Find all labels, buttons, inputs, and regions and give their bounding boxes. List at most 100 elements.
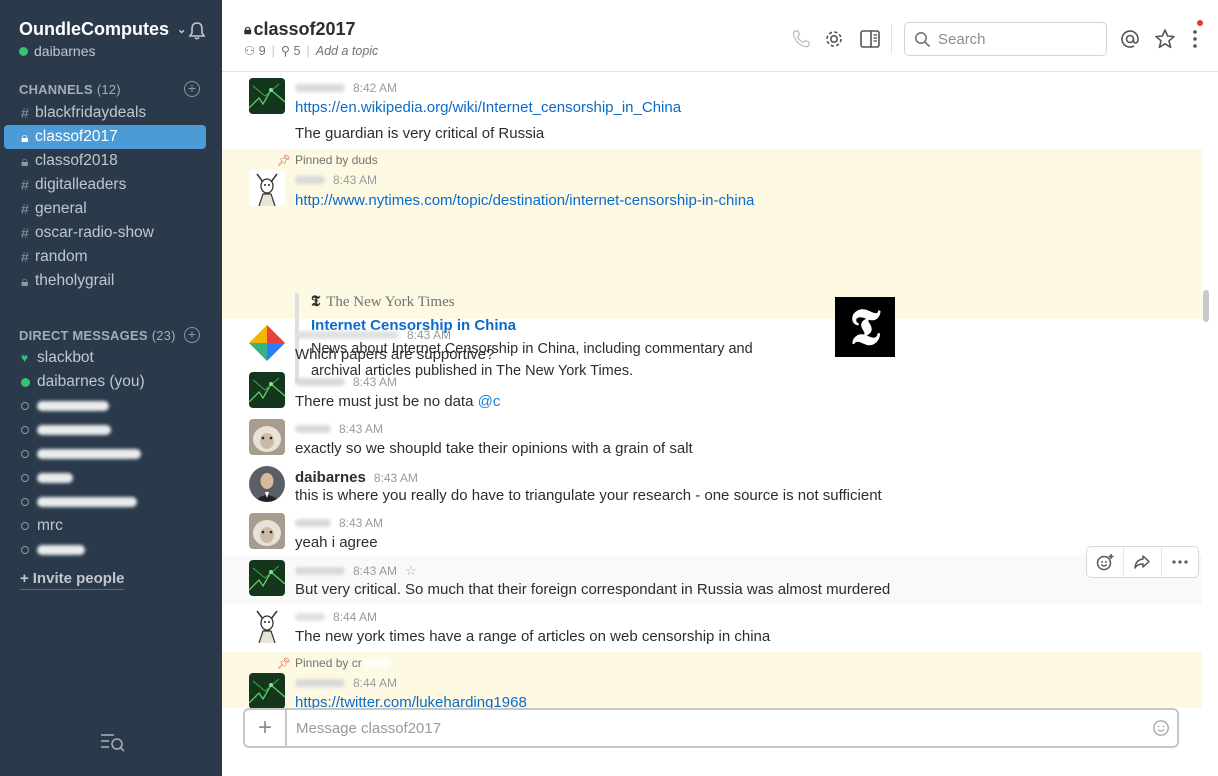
chevron-down-icon[interactable]: ⌄ xyxy=(177,23,186,36)
message-text: this is where you really do have to tria… xyxy=(295,487,882,504)
dm-label: slackbot xyxy=(37,349,94,366)
share-button[interactable] xyxy=(1124,547,1162,577)
pin-icon: 📌︎ xyxy=(277,658,291,670)
timestamp[interactable]: 8:43 AM xyxy=(339,422,383,436)
divider xyxy=(891,24,892,54)
presence-active-icon xyxy=(21,377,34,387)
star-message-icon[interactable]: ☆ xyxy=(405,563,417,579)
presence-away-icon xyxy=(21,450,34,458)
avatar[interactable] xyxy=(249,673,285,708)
redacted-name xyxy=(295,679,345,687)
attach-button[interactable]: + xyxy=(245,710,287,746)
pin-icon: ⚲ xyxy=(280,44,291,58)
avatar[interactable] xyxy=(249,78,285,114)
timestamp[interactable]: 8:44 AM xyxy=(353,676,397,690)
add-dm-icon[interactable]: + xyxy=(184,327,200,343)
sidebar-item-dm[interactable] xyxy=(4,418,206,442)
redacted-name xyxy=(37,449,141,459)
emoji-button[interactable] xyxy=(1145,719,1177,737)
message-link[interactable]: https://en.wikipedia.org/wiki/Internet_c… xyxy=(295,99,681,116)
sidebar-toggle-icon[interactable] xyxy=(859,28,881,50)
sidebar: OundleComputes ⌄ daibarnes CHANNELS (12)… xyxy=(0,0,222,776)
bell-icon[interactable] xyxy=(187,21,207,41)
sidebar-item-general[interactable]: # general xyxy=(4,197,206,221)
avatar[interactable] xyxy=(249,466,285,502)
sidebar-item-dm[interactable] xyxy=(4,394,206,418)
sidebar-item-dm[interactable] xyxy=(4,490,206,514)
message-text: The new york times have a range of artic… xyxy=(295,628,771,645)
message-link[interactable]: http://www.nytimes.com/topic/destination… xyxy=(295,192,754,209)
dm-section-header[interactable]: DIRECT MESSAGES (23) xyxy=(19,328,176,343)
redacted-name xyxy=(37,497,137,507)
pin-count-value: 5 xyxy=(293,44,301,58)
timestamp[interactable]: 8:43 AM xyxy=(407,328,451,342)
sidebar-item-classof2018[interactable]: 🔒︎ classof2018 xyxy=(4,149,206,173)
sidebar-item-mrc[interactable]: mrc xyxy=(4,514,206,538)
more-vertical-icon[interactable] xyxy=(1184,28,1206,50)
sidebar-item-dm[interactable] xyxy=(4,466,206,490)
quick-switcher-icon[interactable] xyxy=(100,731,126,753)
message-scrollbar[interactable] xyxy=(1202,72,1210,708)
sidebar-item-dm[interactable] xyxy=(4,442,206,466)
channel-title[interactable]: 🔒︎ classof2017 xyxy=(244,19,356,40)
sidebar-item-digitalleaders[interactable]: # digitalleaders xyxy=(4,173,206,197)
sidebar-item-self[interactable]: daibarnes (you) xyxy=(4,370,206,394)
avatar[interactable] xyxy=(249,170,285,206)
search-input[interactable]: Search xyxy=(904,22,1107,56)
gear-icon[interactable] xyxy=(823,28,845,50)
star-icon[interactable] xyxy=(1154,28,1176,50)
timestamp[interactable]: 8:43 AM xyxy=(353,564,397,578)
timestamp[interactable]: 8:43 AM xyxy=(339,516,383,530)
sidebar-item-theholygrail[interactable]: 🔒︎ theholygrail xyxy=(4,269,206,293)
avatar[interactable] xyxy=(249,325,285,361)
sidebar-item-random[interactable]: # random xyxy=(4,245,206,269)
message-text: yeah i agree xyxy=(295,534,378,551)
scrollbar-thumb[interactable] xyxy=(1203,290,1209,322)
pinned-by-label: Pinned by cr xyxy=(295,656,390,670)
user-mention[interactable]: @c xyxy=(478,393,501,410)
sidebar-item-blackfridaydeals[interactable]: # blackfridaydeals xyxy=(4,101,206,125)
more-horizontal-icon xyxy=(1172,560,1188,564)
timestamp[interactable]: 8:42 AM xyxy=(353,81,397,95)
channels-section-header[interactable]: CHANNELS (12) xyxy=(19,82,121,97)
add-channel-icon[interactable]: + xyxy=(184,81,200,97)
hash-icon: # xyxy=(21,249,29,265)
avatar[interactable] xyxy=(249,419,285,455)
invite-people-button[interactable]: + Invite people xyxy=(20,570,125,590)
timestamp[interactable]: 8:44 AM xyxy=(333,610,377,624)
member-count[interactable]: ⚇ 9 xyxy=(244,43,266,58)
message-input[interactable]: Message classof2017 xyxy=(287,720,1145,737)
redacted-name xyxy=(295,331,399,339)
phone-icon[interactable] xyxy=(790,28,812,50)
search-icon xyxy=(915,31,931,47)
sender-name[interactable]: daibarnes xyxy=(295,469,366,486)
avatar[interactable] xyxy=(249,372,285,408)
sidebar-item-dm[interactable] xyxy=(4,538,206,562)
avatar[interactable] xyxy=(249,513,285,549)
sidebar-item-oscar-radio-show[interactable]: # oscar-radio-show xyxy=(4,221,206,245)
more-actions-button[interactable] xyxy=(1162,547,1198,577)
channel-meta: ⚇ 9 | ⚲ 5 | Add a topic xyxy=(244,43,379,59)
pin-count[interactable]: ⚲ 5 xyxy=(281,43,301,58)
sidebar-item-slackbot[interactable]: ♥ slackbot xyxy=(4,346,206,370)
message-text: There must just be no data @c xyxy=(295,393,500,410)
team-header[interactable]: OundleComputes ⌄ daibarnes xyxy=(19,19,186,59)
avatar[interactable] xyxy=(249,560,285,596)
sidebar-item-classof2017[interactable]: 🔒︎ classof2017 xyxy=(4,125,206,149)
timestamp[interactable]: 8:43 AM xyxy=(353,375,397,389)
timestamp[interactable]: 8:43 AM xyxy=(333,173,377,187)
timestamp[interactable]: 8:43 AM xyxy=(374,471,418,485)
redacted-name xyxy=(37,473,73,483)
message-list[interactable]: 8:42 AM https://en.wikipedia.org/wiki/In… xyxy=(222,72,1202,708)
nyt-icon: 𝕿 xyxy=(311,294,321,310)
add-topic-link[interactable]: Add a topic xyxy=(316,44,379,58)
nyt-logo-thumbnail[interactable]: 𝕿 xyxy=(835,297,895,357)
message-text: Which papers are supportive? xyxy=(295,346,495,363)
message-link[interactable]: https://twitter.com/lukeharding1968 xyxy=(295,694,527,708)
add-reaction-button[interactable] xyxy=(1087,547,1125,577)
heart-icon: ♥ xyxy=(21,351,29,365)
message-header: daibarnes 8:43 AM xyxy=(295,469,418,486)
team-name[interactable]: OundleComputes ⌄ xyxy=(19,19,186,40)
mentions-icon[interactable] xyxy=(1119,28,1141,50)
avatar[interactable] xyxy=(249,607,285,643)
